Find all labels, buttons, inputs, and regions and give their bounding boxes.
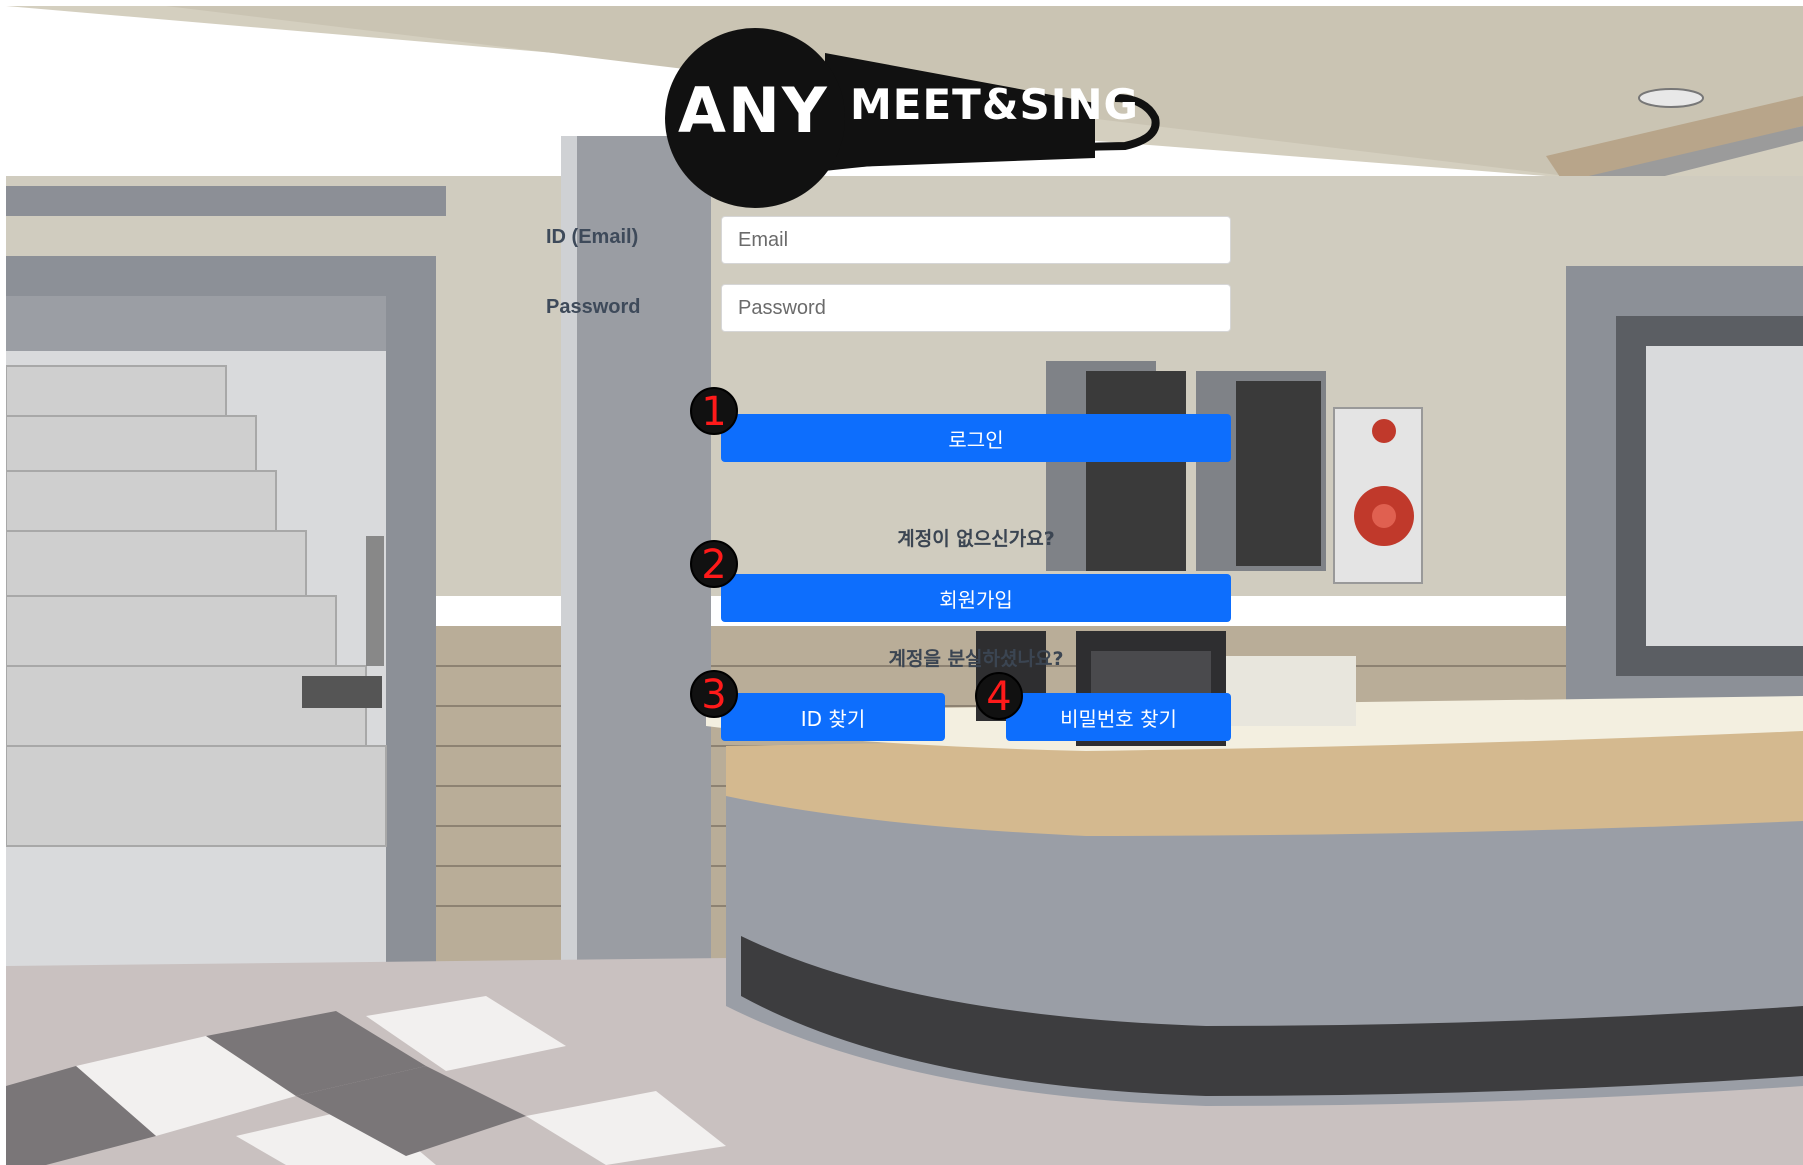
email-input[interactable] xyxy=(721,216,1231,264)
signup-button[interactable]: 회원가입 xyxy=(721,574,1231,622)
annotation-badge-4: 4 xyxy=(975,672,1023,720)
no-account-text: 계정이 없으신가요? xyxy=(897,528,1055,550)
annotation-badge-2: 2 xyxy=(690,540,738,588)
annotation-badge-1: 1 xyxy=(690,387,738,435)
annotation-badge-3: 3 xyxy=(690,670,738,718)
password-label: Password xyxy=(546,296,641,318)
login-button[interactable]: 로그인 xyxy=(721,414,1231,462)
logo-text-any: ANY xyxy=(678,74,829,147)
find-id-button[interactable]: ID 찾기 xyxy=(721,693,945,741)
password-input[interactable] xyxy=(721,284,1231,332)
email-label: ID (Email) xyxy=(546,226,639,248)
logo-text-meet-sing: MEET&SING xyxy=(850,80,1139,129)
find-password-button[interactable]: 비밀번호 찾기 xyxy=(1006,693,1231,741)
lost-account-text: 계정을 분실하셨나요? xyxy=(888,648,1064,670)
